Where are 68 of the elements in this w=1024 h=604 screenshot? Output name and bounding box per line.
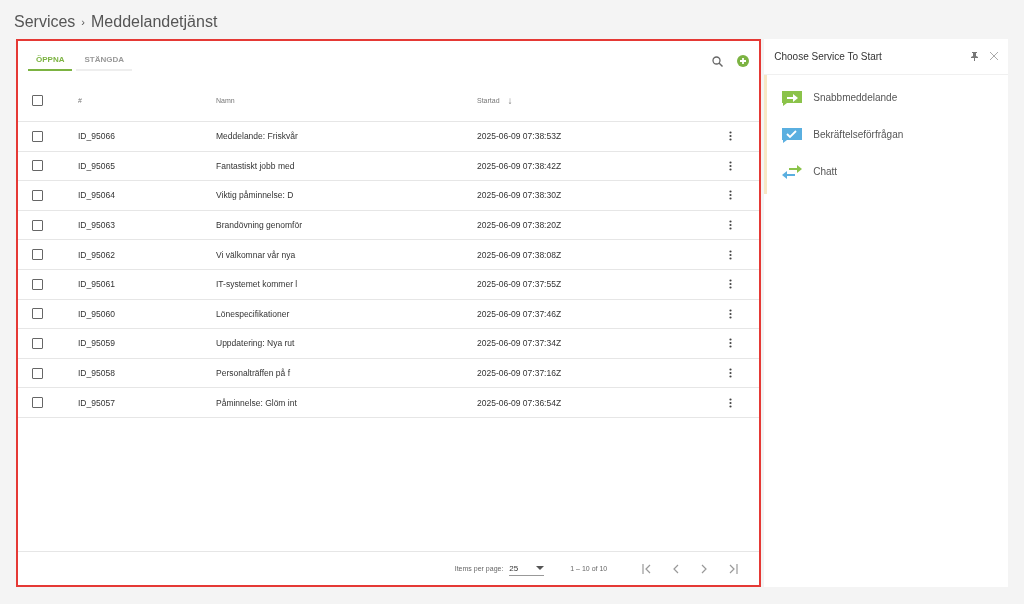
more-icon[interactable] <box>729 249 733 260</box>
more-icon[interactable] <box>729 338 733 349</box>
more-icon[interactable] <box>729 397 733 408</box>
select-all-checkbox[interactable] <box>32 95 43 106</box>
row-checkbox[interactable] <box>32 278 43 290</box>
arrow-message-icon <box>781 89 804 106</box>
table-cell: Påminnelse: Glöm int <box>216 397 297 408</box>
swap-arrows-icon <box>781 163 804 180</box>
dropdown-caret-icon[interactable] <box>536 566 545 570</box>
breadcrumb-link[interactable]: Services <box>14 13 76 31</box>
table-cell: 2025-06-09 07:38:53Z <box>477 131 562 142</box>
table-cell: ID_95059 <box>78 338 115 349</box>
checkmark-message-icon <box>781 126 804 143</box>
table-cell: ID_95065 <box>78 160 115 171</box>
table-cell: ID_95064 <box>78 190 115 201</box>
tab[interactable]: STÄNGDA <box>76 51 132 71</box>
panel-title: Choose Service To Start <box>774 51 882 62</box>
table-cell: ID_95057 <box>78 397 115 408</box>
row-checkbox[interactable] <box>32 397 43 409</box>
table-cell: 2025-06-09 07:36:54Z <box>477 397 562 408</box>
service-option[interactable]: Snabbmeddelande <box>813 92 898 103</box>
table-cell: 2025-06-09 07:37:55Z <box>477 279 562 290</box>
more-icon[interactable] <box>729 368 733 379</box>
more-icon[interactable] <box>729 308 733 319</box>
row-checkbox[interactable] <box>32 249 43 261</box>
row-checkbox[interactable] <box>32 367 43 379</box>
breadcrumb-separator: › <box>81 16 86 28</box>
table-cell: ID_95060 <box>78 308 115 319</box>
row-checkbox[interactable] <box>32 160 43 172</box>
service-option[interactable]: Bekräftelseförfrågan <box>813 129 904 140</box>
table-cell: ID_95062 <box>78 249 115 260</box>
table-cell: IT-systemet kommer l <box>216 279 298 290</box>
more-icon[interactable] <box>729 220 733 231</box>
row-checkbox[interactable] <box>32 130 43 142</box>
table-cell: 2025-06-09 07:38:08Z <box>477 249 562 260</box>
more-icon[interactable] <box>729 190 733 201</box>
pin-icon[interactable] <box>971 52 978 61</box>
page-title: Meddelandetjänst <box>91 13 218 31</box>
table-cell: Personalträffen på f <box>216 368 291 379</box>
table-cell: 2025-06-09 07:37:34Z <box>477 338 562 349</box>
page-size-select[interactable]: 25 <box>509 561 545 576</box>
search-icon[interactable] <box>712 55 724 67</box>
table-cell: Meddelande: Friskvår <box>216 131 298 142</box>
more-icon[interactable] <box>729 160 733 171</box>
row-checkbox[interactable] <box>32 219 43 231</box>
table-cell: 2025-06-09 07:38:42Z <box>477 160 562 171</box>
row-checkbox[interactable] <box>32 337 43 349</box>
table-cell: ID_95063 <box>78 220 115 231</box>
table-cell: ID_95061 <box>78 279 115 290</box>
table-cell: 2025-06-09 07:38:20Z <box>477 220 562 231</box>
more-icon[interactable] <box>729 131 733 142</box>
table-cell: ID_95066 <box>78 131 115 142</box>
table-cell: Viktig påminnelse: D <box>216 190 294 201</box>
table-cell: ID_95058 <box>78 368 115 379</box>
row-checkbox[interactable] <box>32 190 43 201</box>
row-checkbox[interactable] <box>32 308 43 320</box>
table-cell: Fantastiskt jobb med <box>216 160 295 171</box>
table-cell: Brandövning genomför <box>216 220 302 231</box>
table-cell: Uppdatering: Nya rut <box>216 338 295 349</box>
more-icon[interactable] <box>729 279 733 290</box>
table-cell: 2025-06-09 07:38:30Z <box>477 190 562 201</box>
sort-indicator[interactable]: ↓ <box>507 95 513 106</box>
table-cell: Lönespecifikationer <box>216 308 290 319</box>
table-cell: Vi välkomnar vår nya <box>216 249 296 260</box>
table-cell: 2025-06-09 07:37:16Z <box>477 368 562 379</box>
table-cell: 2025-06-09 07:37:46Z <box>477 308 562 319</box>
tab[interactable]: ÖPPNA <box>28 51 73 71</box>
service-option[interactable]: Chatt <box>813 166 838 177</box>
